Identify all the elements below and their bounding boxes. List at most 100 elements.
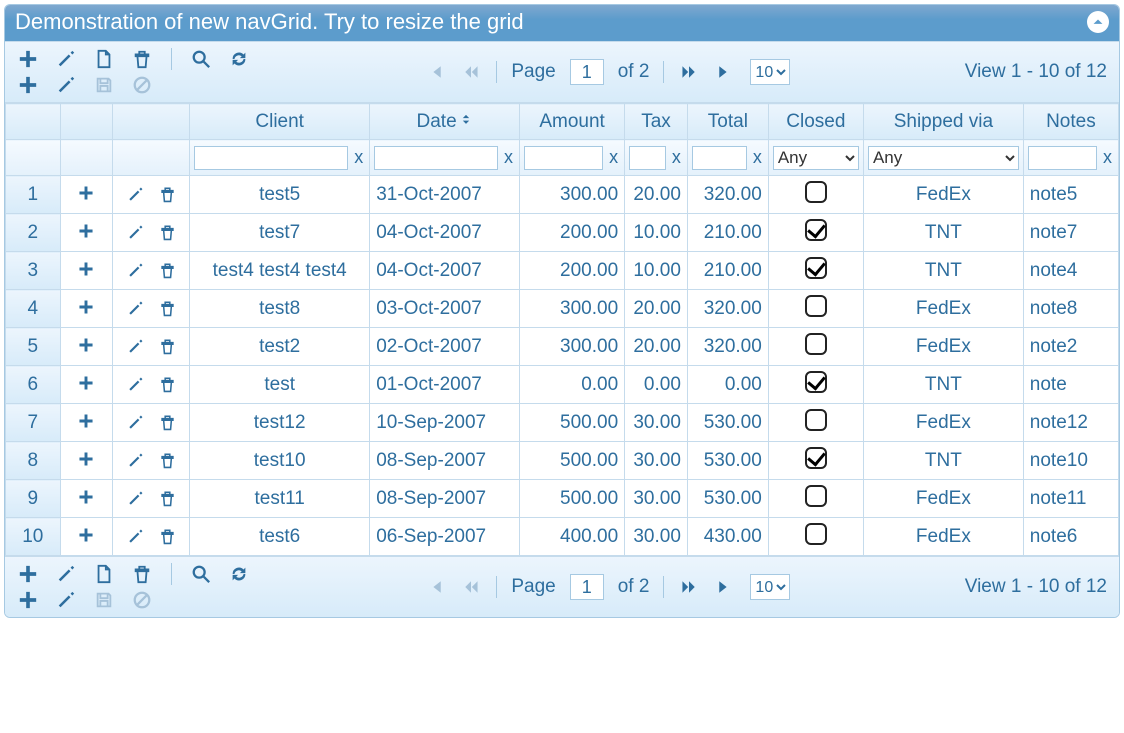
table-row[interactable]: 3test4 test4 test404-Oct-2007200.0010.00… xyxy=(6,252,1119,290)
next-page-button[interactable] xyxy=(678,61,700,83)
delete-button[interactable] xyxy=(131,48,153,70)
subgrid-toggle[interactable] xyxy=(60,404,113,442)
filter-clear[interactable]: x xyxy=(502,147,515,168)
inline-cancel-button[interactable] xyxy=(131,589,153,611)
subgrid-toggle[interactable] xyxy=(60,176,113,214)
row-delete-button[interactable] xyxy=(156,184,178,206)
edit-button[interactable] xyxy=(55,563,77,585)
filter-clear[interactable]: x xyxy=(751,147,764,168)
subgrid-toggle[interactable] xyxy=(60,328,113,366)
refresh-button[interactable] xyxy=(228,48,250,70)
filter-client-input[interactable] xyxy=(194,146,348,170)
edit-button[interactable] xyxy=(55,48,77,70)
cell-client: test4 test4 test4 xyxy=(190,252,370,290)
filter-total-input[interactable] xyxy=(692,146,747,170)
subgrid-toggle[interactable] xyxy=(60,290,113,328)
inline-edit-button[interactable] xyxy=(55,589,77,611)
subgrid-toggle[interactable] xyxy=(60,366,113,404)
delete-button[interactable] xyxy=(131,563,153,585)
row-delete-button[interactable] xyxy=(156,488,178,510)
col-subgrid[interactable] xyxy=(60,104,113,140)
inline-add-button[interactable] xyxy=(17,589,39,611)
last-page-button[interactable] xyxy=(714,576,736,598)
filter-ship-select[interactable]: Any xyxy=(868,146,1019,170)
filter-tax-input[interactable] xyxy=(629,146,666,170)
inline-save-button[interactable] xyxy=(93,589,115,611)
row-delete-button[interactable] xyxy=(156,222,178,244)
inline-edit-button[interactable] xyxy=(55,74,77,96)
row-edit-button[interactable] xyxy=(124,450,146,472)
row-edit-button[interactable] xyxy=(124,184,146,206)
col-client[interactable]: Client xyxy=(190,104,370,140)
col-amount[interactable]: Amount xyxy=(519,104,624,140)
row-edit-button[interactable] xyxy=(124,374,146,396)
row-edit-button[interactable] xyxy=(124,488,146,510)
subgrid-toggle[interactable] xyxy=(60,480,113,518)
filter-closed-select[interactable]: Any xyxy=(773,146,859,170)
row-edit-button[interactable] xyxy=(124,222,146,244)
search-button[interactable] xyxy=(190,48,212,70)
col-notes[interactable]: Notes xyxy=(1023,104,1118,140)
page-number-input[interactable] xyxy=(570,59,604,85)
view-button[interactable] xyxy=(93,563,115,585)
row-edit-button[interactable] xyxy=(124,412,146,434)
col-closed[interactable]: Closed xyxy=(768,104,863,140)
table-row[interactable]: 9test1108-Sep-2007500.0030.00530.00FedEx… xyxy=(6,480,1119,518)
row-edit-button[interactable] xyxy=(124,298,146,320)
row-edit-button[interactable] xyxy=(124,336,146,358)
row-delete-button[interactable] xyxy=(156,336,178,358)
row-delete-button[interactable] xyxy=(156,450,178,472)
table-row[interactable]: 7test1210-Sep-2007500.0030.00530.00FedEx… xyxy=(6,404,1119,442)
col-total[interactable]: Total xyxy=(687,104,768,140)
row-delete-button[interactable] xyxy=(156,526,178,548)
first-page-button[interactable] xyxy=(424,61,446,83)
row-number: 9 xyxy=(6,480,61,518)
table-row[interactable]: 4test803-Oct-2007300.0020.00320.00FedExn… xyxy=(6,290,1119,328)
inline-cancel-button[interactable] xyxy=(131,74,153,96)
col-tax[interactable]: Tax xyxy=(625,104,688,140)
inline-add-button[interactable] xyxy=(17,74,39,96)
view-button[interactable] xyxy=(93,48,115,70)
col-actions[interactable] xyxy=(113,104,190,140)
row-edit-button[interactable] xyxy=(124,260,146,282)
table-row[interactable]: 10test606-Sep-2007400.0030.00430.00FedEx… xyxy=(6,518,1119,556)
first-page-button[interactable] xyxy=(424,576,446,598)
col-shipped[interactable]: Shipped via xyxy=(863,104,1023,140)
table-row[interactable]: 6test01-Oct-20070.000.000.00TNTnote xyxy=(6,366,1119,404)
add-button[interactable] xyxy=(17,563,39,585)
filter-clear[interactable]: x xyxy=(1101,147,1114,168)
table-row[interactable]: 8test1008-Sep-2007500.0030.00530.00TNTno… xyxy=(6,442,1119,480)
add-button[interactable] xyxy=(17,48,39,70)
rows-per-page-select[interactable]: 10 xyxy=(750,574,790,600)
subgrid-toggle[interactable] xyxy=(60,214,113,252)
prev-page-button[interactable] xyxy=(460,61,482,83)
row-delete-button[interactable] xyxy=(156,374,178,396)
row-delete-button[interactable] xyxy=(156,412,178,434)
rows-per-page-select[interactable]: 10 xyxy=(750,59,790,85)
collapse-button[interactable] xyxy=(1087,11,1109,33)
table-row[interactable]: 2test704-Oct-2007200.0010.00210.00TNTnot… xyxy=(6,214,1119,252)
filter-clear[interactable]: x xyxy=(352,147,365,168)
col-date[interactable]: Date xyxy=(370,104,520,140)
filter-date-input[interactable] xyxy=(374,146,498,170)
search-button[interactable] xyxy=(190,563,212,585)
filter-notes-input[interactable] xyxy=(1028,146,1097,170)
prev-page-button[interactable] xyxy=(460,576,482,598)
row-edit-button[interactable] xyxy=(124,526,146,548)
page-number-input[interactable] xyxy=(570,574,604,600)
refresh-button[interactable] xyxy=(228,563,250,585)
subgrid-toggle[interactable] xyxy=(60,518,113,556)
last-page-button[interactable] xyxy=(714,61,736,83)
table-row[interactable]: 5test202-Oct-2007300.0020.00320.00FedExn… xyxy=(6,328,1119,366)
next-page-button[interactable] xyxy=(678,576,700,598)
table-row[interactable]: 1test531-Oct-2007300.0020.00320.00FedExn… xyxy=(6,176,1119,214)
row-delete-button[interactable] xyxy=(156,260,178,282)
filter-clear[interactable]: x xyxy=(670,147,683,168)
subgrid-toggle[interactable] xyxy=(60,252,113,290)
col-rownum[interactable] xyxy=(6,104,61,140)
inline-save-button[interactable] xyxy=(93,74,115,96)
subgrid-toggle[interactable] xyxy=(60,442,113,480)
filter-clear[interactable]: x xyxy=(607,147,620,168)
row-delete-button[interactable] xyxy=(156,298,178,320)
filter-amount-input[interactable] xyxy=(524,146,603,170)
